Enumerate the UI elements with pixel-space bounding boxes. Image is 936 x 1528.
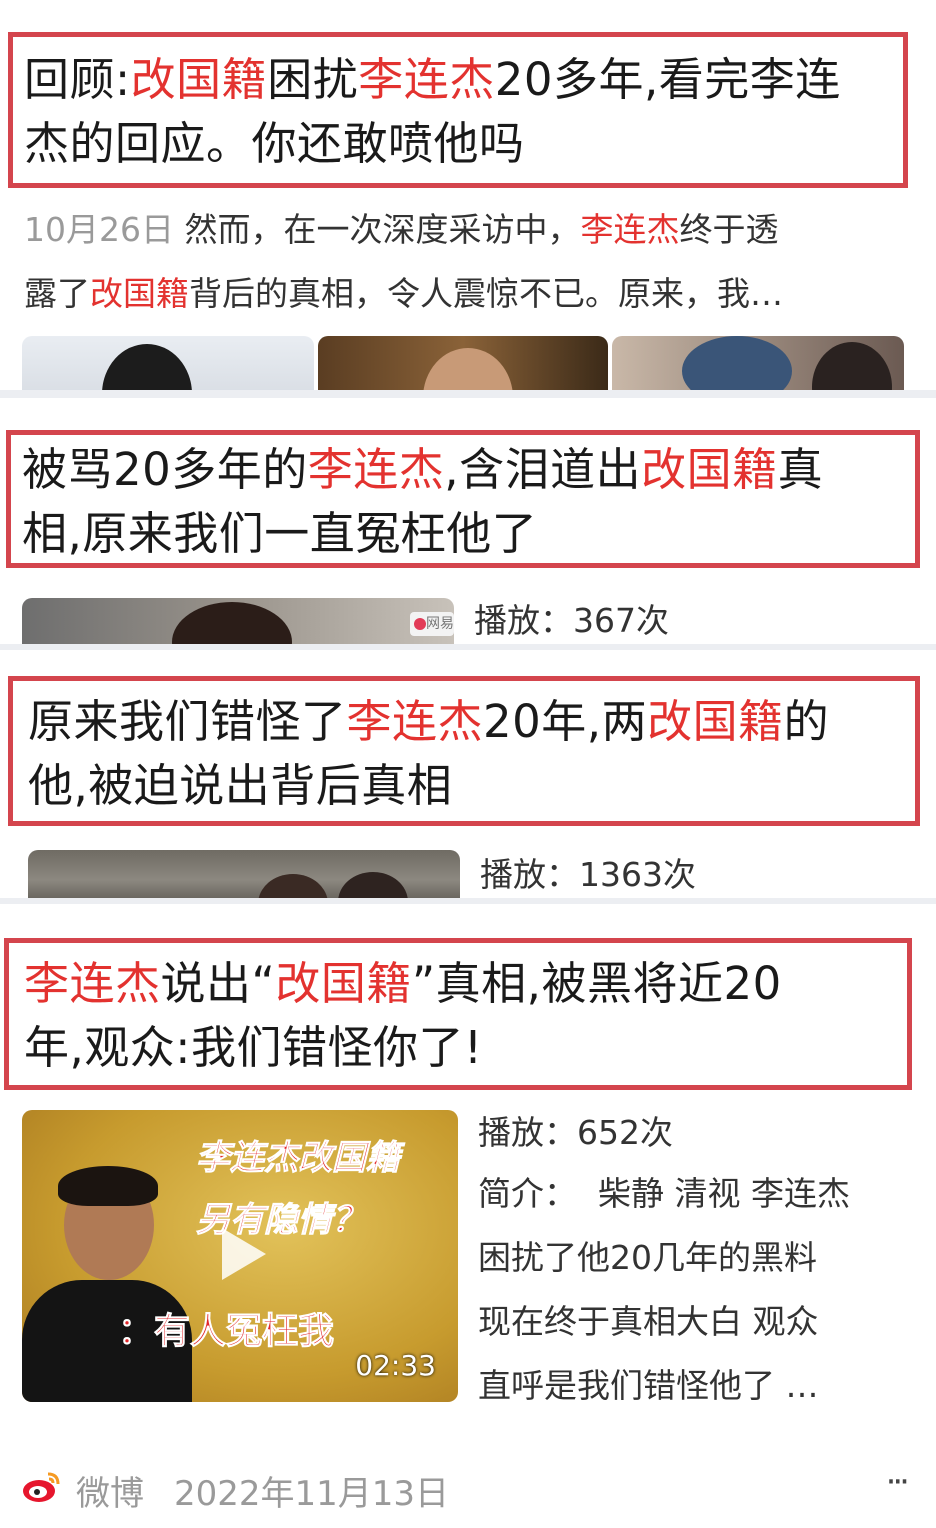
face-image — [172, 602, 292, 644]
intro-label: 简介： — [478, 1174, 577, 1213]
weibo-logo-icon[interactable] — [22, 1470, 62, 1504]
thumbnail-1b[interactable] — [318, 336, 608, 390]
card-1-snippet: 10月26日 然而，在一次深度采访中，李连杰终于透 露了改国籍背后的真相，令人震惊… — [24, 210, 783, 313]
result-card-3[interactable]: 原来我们错怪了李连杰20年,两改国籍的 他,被迫说出背后真相 播放：1363次 — [0, 650, 936, 898]
cap-image — [682, 336, 792, 390]
more-options-icon[interactable]: ··· — [886, 1462, 911, 1502]
play-icon[interactable] — [222, 1228, 266, 1280]
result-card-2[interactable]: 被骂20多年的李连杰,含泪道出改国籍真 相,原来我们一直冤枉他了 网易 播放：36… — [0, 398, 936, 644]
card-4-play-count: 播放：652次 — [478, 1113, 673, 1152]
hair-image — [812, 342, 892, 390]
face-image — [423, 348, 513, 390]
result-card-4[interactable]: 李连杰说出“改国籍”真相,被黑将近20 年,观众:我们错怪你了! 李连杰改国籍 另… — [0, 904, 936, 1528]
card-3-play-count: 播放：1363次 — [480, 855, 696, 894]
video-thumbnail-3[interactable] — [28, 850, 460, 898]
thumbnail-1a[interactable] — [22, 336, 314, 390]
figure-image — [258, 874, 328, 898]
highlight-box — [6, 430, 920, 568]
person-image — [22, 1166, 192, 1402]
face-image — [102, 344, 192, 390]
highlight-box — [8, 32, 908, 188]
figure-image — [338, 872, 408, 898]
source-name[interactable]: 微博 — [76, 1466, 144, 1515]
card-1-date: 10月26日 — [24, 210, 174, 249]
source-badge: 网易 — [410, 612, 454, 636]
result-card-1[interactable]: 回顾:改国籍困扰李连杰20多年,看完李连 杰的回应。你还敢喷他吗 10月26日 然… — [0, 0, 936, 390]
card-4-intro: 简介： 柴静 清视 李连杰 困扰了他20几年的黑料 现在终于真相大白 观众 直呼… — [478, 1174, 850, 1405]
highlight-box — [4, 938, 912, 1090]
thumb-caption-1: 李连杰改国籍 — [196, 1138, 401, 1179]
video-duration: 02:33 — [355, 1349, 436, 1382]
video-thumbnail-2[interactable]: 网易 — [22, 598, 454, 644]
video-thumbnail-4[interactable]: 李连杰改国籍 另有隐情？ ：有人冤枉我 02:33 — [22, 1110, 458, 1402]
publish-date: 2022年11月13日 — [174, 1474, 450, 1514]
thumbnail-1c[interactable] — [612, 336, 904, 390]
netease-logo-icon — [414, 618, 426, 630]
card-2-play-count: 播放：367次 — [474, 601, 669, 640]
highlight-box — [8, 676, 920, 826]
card-footer: 微博 2022年11月13日 ··· — [22, 1462, 916, 1514]
thumb-caption-3: ：有人冤枉我 — [117, 1311, 335, 1353]
